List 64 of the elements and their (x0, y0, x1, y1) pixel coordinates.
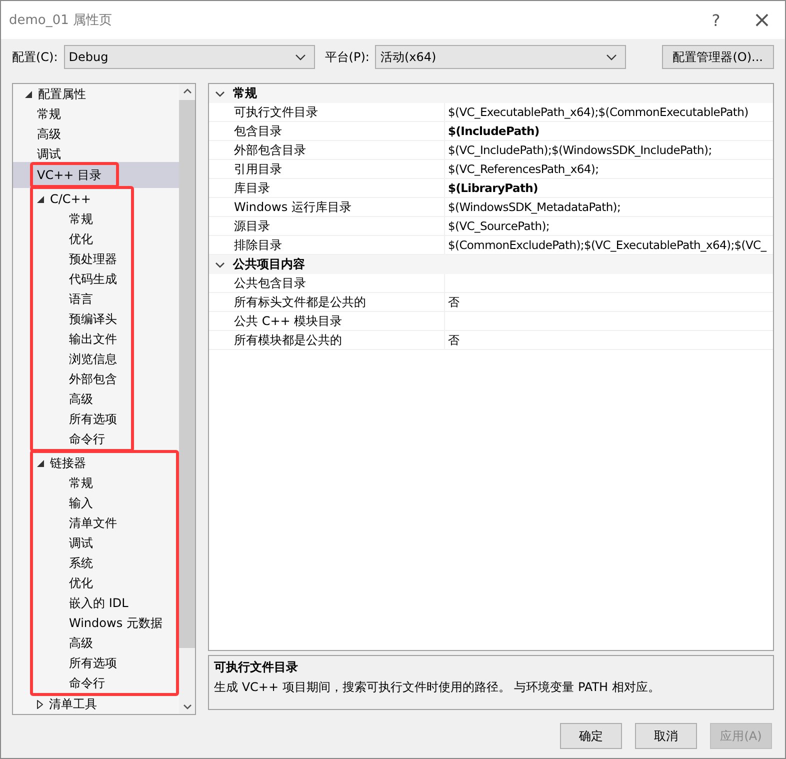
expanded-arrow-icon (37, 196, 44, 202)
property-value[interactable]: $(IncludePath) (445, 122, 773, 140)
config-dropdown[interactable]: Debug (64, 45, 315, 69)
tree-item[interactable]: 高级 (33, 389, 117, 409)
tree-item[interactable]: 常规 (33, 104, 61, 124)
tree-item[interactable]: 调试 (33, 533, 162, 553)
dialog-button[interactable]: 取消 (635, 723, 697, 749)
close-button[interactable]: × (739, 5, 785, 35)
tree-item[interactable]: 外部包含 (33, 369, 117, 389)
tree-item[interactable]: 调试 (33, 144, 61, 164)
tree-item[interactable]: 所有选项 (33, 653, 162, 673)
description-text: 生成 VC++ 项目期间，搜索可执行文件时使用的路径。 与环境变量 PATH 相对应。 (214, 679, 661, 696)
config-manager-button[interactable]: 配置管理器(O)... (662, 45, 774, 69)
tree-item[interactable]: 预处理器 (33, 249, 117, 269)
tree-item[interactable]: 链接器 (33, 453, 162, 473)
tree-item[interactable]: 预编译头 (33, 309, 117, 329)
category-row[interactable]: 常规 (209, 84, 773, 103)
chevron-down-icon (294, 54, 306, 60)
tree-item[interactable]: 高级 (33, 633, 162, 653)
tree-item[interactable]: 语言 (33, 289, 117, 309)
property-value[interactable]: $(LibraryPath) (445, 179, 773, 197)
tree-item[interactable]: 清单文件 (33, 513, 162, 533)
tree-item[interactable]: 高级 (33, 124, 61, 144)
tree-item[interactable]: Windows 元数据 (33, 613, 162, 633)
category-row[interactable]: 公共项目内容 (209, 255, 773, 274)
tree-item[interactable]: 嵌入的 IDL (33, 593, 162, 613)
scroll-down-icon (182, 704, 192, 710)
tree-item[interactable]: 常规 (33, 473, 162, 493)
tree-item[interactable]: 所有选项 (33, 409, 117, 429)
tree-item[interactable]: 配置属性 (13, 84, 179, 104)
description-title: 可执行文件目录 (214, 659, 299, 676)
tree-item[interactable]: 系统 (33, 553, 162, 573)
tree-item[interactable]: 输出文件 (33, 329, 117, 349)
property-value[interactable]: 否 (445, 331, 773, 349)
tree-item[interactable]: 命令行 (33, 429, 117, 449)
property-value[interactable]: 否 (445, 293, 773, 311)
tree-item[interactable]: 清单工具 (33, 694, 97, 714)
property-value[interactable]: $(VC_ExecutablePath_x64);$(CommonExecutablePath) (445, 103, 773, 121)
tree-item[interactable]: 优化 (33, 573, 162, 593)
expanded-arrow-icon (37, 460, 44, 466)
tree-item[interactable]: 命令行 (33, 673, 162, 693)
scroll-up-icon (182, 88, 192, 94)
chevron-down-icon (215, 260, 225, 270)
platform-label: 平台(P): (324, 48, 370, 66)
tree-item[interactable]: 代码生成 (33, 269, 117, 289)
platform-dropdown[interactable]: 活动(x64) (375, 45, 626, 69)
expanded-arrow-icon (25, 90, 32, 98)
dialog-button[interactable]: 确定 (560, 723, 622, 749)
window-title: demo_01 属性页 (9, 12, 114, 29)
help-button[interactable]: ? (693, 5, 739, 35)
collapsed-arrow-icon (37, 700, 43, 708)
property-value[interactable]: $(VC_ReferencesPath_x64); (445, 160, 773, 178)
chevron-down-icon (215, 88, 225, 98)
config-label: 配置(C): (12, 48, 58, 66)
tree-item[interactable]: 优化 (33, 229, 117, 249)
property-value[interactable]: $(VC_IncludePath);$(WindowsSDK_IncludePath); (445, 141, 773, 159)
tree-item[interactable]: 输入 (33, 493, 162, 513)
property-value[interactable]: $(CommonExcludePath);$(VC_ExecutablePath_x64);$(VC_ (445, 236, 773, 254)
tree-item[interactable]: C/C++ (33, 189, 117, 209)
tree-item[interactable]: 浏览信息 (33, 349, 117, 369)
property-value[interactable]: $(VC_SourcePath); (445, 217, 773, 235)
chevron-down-icon (606, 54, 618, 60)
property-value[interactable]: $(WindowsSDK_MetadataPath); (445, 198, 773, 216)
tree-item[interactable]: 常规 (33, 209, 117, 229)
